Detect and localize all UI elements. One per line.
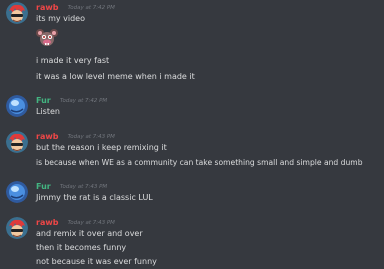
message-timestamp: Today at 7:42 PM: [59, 98, 108, 104]
rawb-avatar-icon[interactable]: [6, 2, 28, 24]
fur-avatar-icon[interactable]: [6, 181, 28, 203]
rawb-avatar-icon[interactable]: [6, 131, 28, 153]
message-timestamp: Today at 7:43 PM: [59, 184, 108, 190]
chat-message-list: rawb Today at 7:42 PM its my video i mad…: [0, 0, 384, 269]
message-text: its my video: [36, 14, 85, 23]
message-text: is because when WE as a community can ta…: [36, 158, 363, 167]
message-text: then it becomes funny: [36, 243, 127, 252]
message-author[interactable]: Fur: [36, 96, 51, 105]
message-group: Fur Today at 7:42 PM Listen: [0, 95, 384, 121]
message-timestamp: Today at 7:42 PM: [67, 5, 115, 11]
message-group: Fur Today at 7:43 PM Jimmy the rat is a …: [0, 181, 384, 207]
rawb-avatar-icon[interactable]: [6, 217, 28, 239]
message-group: rawb Today at 7:42 PM its my video i mad…: [0, 2, 384, 82]
message-text: Listen: [36, 107, 60, 116]
rat-emoji-icon[interactable]: [36, 28, 58, 48]
message-author[interactable]: rawb: [36, 3, 58, 12]
message-text: but the reason i keep remixing it: [36, 143, 167, 152]
fur-avatar-icon[interactable]: [6, 95, 28, 117]
message-group: rawb Today at 7:43 PM but the reason i k…: [0, 131, 384, 171]
message-text: and remix it over and over: [36, 229, 143, 238]
message-author[interactable]: Fur: [36, 182, 51, 191]
message-text: not because it was ever funny: [36, 257, 157, 266]
message-group: rawb Today at 7:43 PM and remix it over …: [0, 217, 384, 269]
message-author[interactable]: rawb: [36, 132, 58, 141]
message-timestamp: Today at 7:43 PM: [67, 134, 115, 140]
message-author[interactable]: rawb: [36, 218, 58, 227]
message-text: Jimmy the rat is a classic LUL: [36, 193, 153, 202]
message-timestamp: Today at 7:43 PM: [67, 220, 115, 226]
message-text: it was a low level meme when i made it: [36, 72, 195, 81]
message-text: i made it very fast: [36, 56, 110, 65]
